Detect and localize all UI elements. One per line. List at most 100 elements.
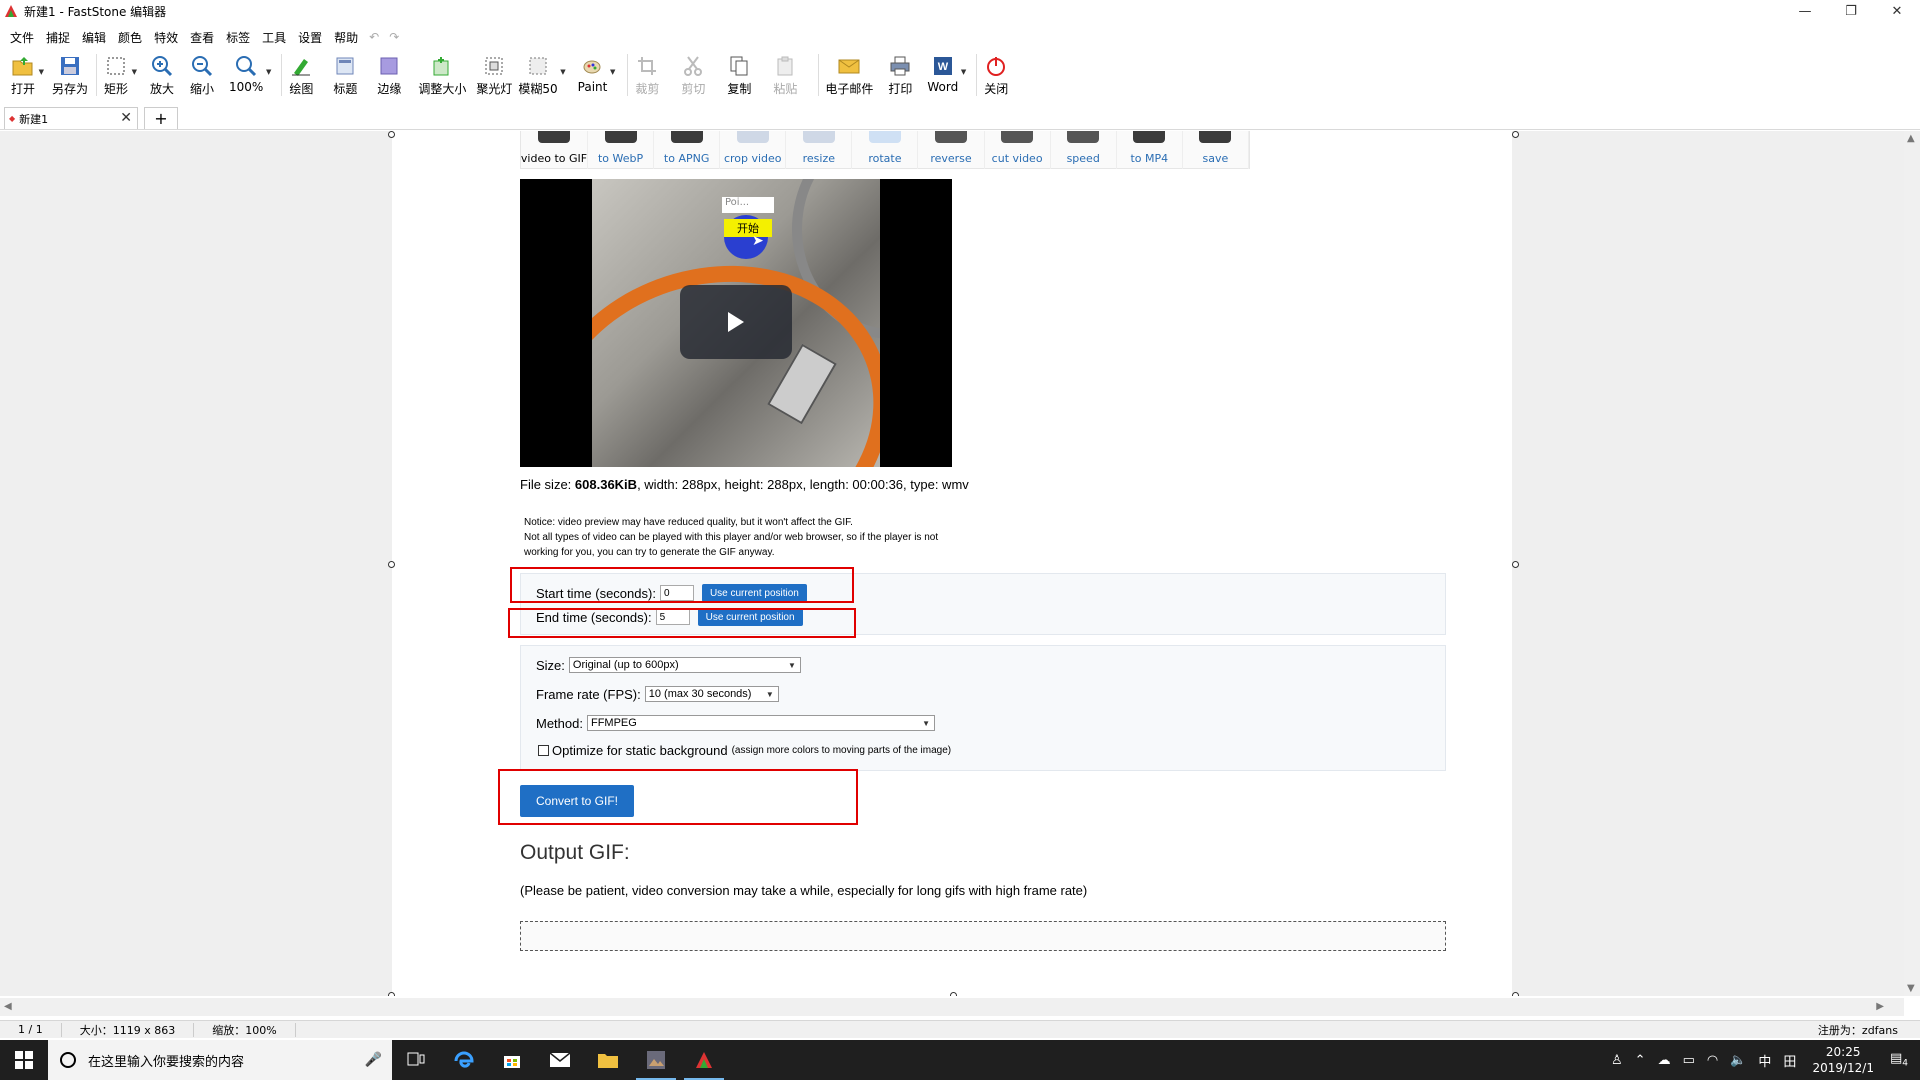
resize-button[interactable]: 调整大小	[418, 52, 466, 97]
image-size: 大小：1119 x 863	[62, 1022, 195, 1037]
method-row: Method: FFMPEG ▼	[536, 715, 935, 731]
mail-button[interactable]	[536, 1040, 584, 1080]
faststone-button[interactable]	[680, 1040, 728, 1080]
scroll-down-icon[interactable]: ▼	[1907, 983, 1915, 994]
edge-button[interactable]: 边缘	[376, 52, 402, 97]
menu-color[interactable]: 颜色	[112, 29, 148, 46]
tool-to-apng[interactable]: to APNG	[654, 131, 721, 169]
menu-tools[interactable]: 工具	[256, 29, 292, 46]
open-button[interactable]: 打开 ▼	[10, 52, 44, 97]
file-info: File size: 608.36KiB, width: 288px, heig…	[520, 477, 969, 492]
play-button[interactable]	[680, 285, 792, 359]
close-doc-button[interactable]: 关闭	[983, 52, 1009, 97]
crop-button[interactable]: 裁剪	[634, 52, 660, 97]
undo-icon[interactable]: ↶	[364, 30, 384, 44]
tool-cut-video[interactable]: cut video	[985, 131, 1051, 169]
resize-handle[interactable]	[388, 131, 395, 138]
add-tab-button[interactable]: +	[144, 107, 178, 129]
clock[interactable]: 20:25 2019/12/1	[1802, 1044, 1884, 1076]
resize-handle[interactable]	[950, 992, 957, 996]
paint-button[interactable]: Paint ▼	[578, 52, 615, 94]
notification-center-icon[interactable]: ▤4	[1884, 1051, 1920, 1069]
caption-button[interactable]: 标题	[332, 52, 358, 97]
wifi-icon[interactable]: ◠	[1701, 1053, 1724, 1068]
zoom-100-button[interactable]: 100% ▼	[229, 52, 271, 94]
cut-button[interactable]: 剪切	[680, 52, 706, 97]
copy-button[interactable]: 复制	[726, 52, 752, 97]
menu-file[interactable]: 文件	[4, 29, 40, 46]
fps-select[interactable]: 10 (max 30 seconds) ▼	[644, 686, 779, 702]
video-player[interactable]: Poi... 开始 ➤	[520, 179, 952, 467]
tool-thumb-icon	[935, 131, 968, 143]
method-select[interactable]: FFMPEG ▼	[586, 715, 935, 731]
notification-count: 4	[1902, 1058, 1908, 1069]
word-button[interactable]: W Word ▼	[927, 52, 966, 94]
optimize-checkbox[interactable]	[538, 745, 549, 756]
optimize-row: Optimize for static background (assign m…	[538, 743, 951, 758]
menu-tags[interactable]: 标签	[220, 29, 256, 46]
taskbar-search[interactable]: 在这里输入你要搜索的内容 🎤	[48, 1040, 392, 1080]
menu-view[interactable]: 查看	[184, 29, 220, 46]
image-canvas[interactable]: video to GIF to WebP to APNG crop video …	[388, 131, 1519, 996]
menu-effects[interactable]: 特效	[148, 29, 184, 46]
chevron-up-icon[interactable]: ⌃	[1629, 1053, 1652, 1068]
battery-icon[interactable]: ▭	[1677, 1053, 1701, 1068]
convert-to-gif-button[interactable]: Convert to GIF!	[520, 785, 634, 817]
tool-crop-video[interactable]: crop video	[720, 131, 787, 169]
tool-to-mp4[interactable]: to MP4	[1117, 131, 1183, 169]
menu-settings[interactable]: 设置	[292, 29, 328, 46]
tool-speed[interactable]: speed	[1051, 131, 1117, 169]
email-button[interactable]: 电子邮件	[825, 52, 873, 97]
menu-help[interactable]: 帮助	[328, 29, 364, 46]
blur-button[interactable]: 模糊50 ▼	[518, 52, 566, 97]
close-window-button[interactable]: ✕	[1874, 0, 1920, 22]
start-button[interactable]	[0, 1040, 48, 1080]
minimize-button[interactable]: —	[1782, 0, 1828, 22]
ime-indicator[interactable]: 中	[1752, 1051, 1777, 1070]
store-button[interactable]	[488, 1040, 536, 1080]
paste-button[interactable]: 粘贴	[772, 52, 798, 97]
resize-handle[interactable]	[1512, 992, 1519, 996]
people-icon[interactable]: ♙	[1605, 1053, 1629, 1068]
redo-icon[interactable]: ↷	[384, 30, 404, 44]
menu-capture[interactable]: 捕捉	[40, 29, 76, 46]
start-popup-button[interactable]: 开始	[724, 219, 772, 237]
resize-handle[interactable]	[1512, 561, 1519, 568]
scroll-right-icon[interactable]: ▶	[1876, 1001, 1884, 1012]
tab-new1[interactable]: ◆ 新建1 ✕	[4, 107, 138, 129]
edge-browser-button[interactable]	[440, 1040, 488, 1080]
draw-button[interactable]: 绘图	[288, 52, 314, 97]
tool-resize[interactable]: resize	[786, 131, 853, 169]
optimize-hint: (assign more colors to moving parts of t…	[731, 745, 952, 756]
close-tab-icon[interactable]: ✕	[120, 110, 132, 126]
keyboard-layout-icon[interactable]: 田	[1777, 1051, 1802, 1070]
microphone-icon[interactable]: 🎤	[365, 1052, 382, 1068]
tool-video-to-gif[interactable]: video to GIF	[521, 131, 588, 169]
vertical-scrollbar[interactable]: ▲ ▼	[1904, 131, 1920, 996]
onedrive-icon[interactable]: ☁	[1652, 1053, 1677, 1068]
tool-reverse[interactable]: reverse	[918, 131, 985, 169]
resize-handle[interactable]	[388, 992, 395, 996]
resize-handle[interactable]	[388, 561, 395, 568]
rect-select-button[interactable]: 矩形 ▼	[103, 52, 137, 97]
spotlight-button[interactable]: 聚光灯	[476, 52, 512, 97]
save-as-button[interactable]: 另存为	[52, 52, 88, 97]
scroll-up-icon[interactable]: ▲	[1907, 133, 1915, 144]
photo-app-button[interactable]	[632, 1040, 680, 1080]
zoom-in-button[interactable]: 放大	[149, 52, 175, 97]
tool-save[interactable]: save	[1183, 131, 1249, 169]
task-view-button[interactable]	[392, 1040, 440, 1080]
horizontal-scrollbar[interactable]: ◀ ▶	[0, 998, 1904, 1016]
size-select[interactable]: Original (up to 600px) ▼	[568, 657, 801, 673]
tool-rotate[interactable]: rotate	[852, 131, 919, 169]
print-button[interactable]: 打印	[887, 52, 913, 97]
scroll-left-icon[interactable]: ◀	[4, 1001, 12, 1012]
menu-edit[interactable]: 编辑	[76, 29, 112, 46]
zoom-out-button[interactable]: 缩小	[189, 52, 215, 97]
restore-button[interactable]: ❐	[1828, 0, 1874, 22]
tool-to-webp[interactable]: to WebP	[588, 131, 655, 169]
file-explorer-button[interactable]	[584, 1040, 632, 1080]
resize-handle[interactable]	[1512, 131, 1519, 138]
volume-icon[interactable]: 🔈	[1724, 1053, 1752, 1068]
tool-thumb-icon	[1001, 131, 1034, 143]
